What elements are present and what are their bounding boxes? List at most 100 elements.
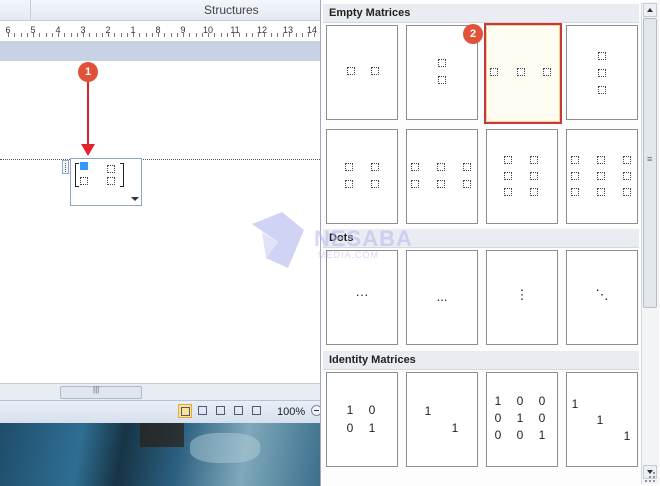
matrix-gallery-dropdown: Empty Matrices 2 Dots ··· ... ⋮ ⋱ Identi… [320, 0, 660, 486]
annotation-arrow-head [81, 144, 95, 156]
ruler-tick [102, 33, 103, 37]
ruler-tick [14, 33, 15, 37]
matrix-1x2[interactable] [326, 25, 398, 120]
ruler-tick [52, 33, 53, 37]
ruler-tick [39, 33, 40, 37]
placeholder-slot [463, 163, 471, 171]
vertical-dots[interactable]: ⋮ [486, 250, 558, 345]
baseline-dots[interactable]: ... [406, 250, 478, 345]
horizontal-scroll-thumb[interactable] [60, 385, 142, 399]
placeholder-slot [623, 188, 631, 196]
placeholder-slot [347, 67, 355, 75]
placeholder-slot [598, 52, 606, 60]
scroll-up-icon[interactable] [643, 3, 657, 17]
step-1-badge: 1 [78, 62, 98, 82]
matrix-3x1[interactable] [566, 25, 638, 120]
ruler-tick [289, 33, 290, 37]
zoom-level[interactable]: 100% [277, 406, 305, 418]
placeholder-slot [571, 188, 579, 196]
ruler-tick [189, 33, 190, 37]
placeholder-slot [438, 59, 446, 67]
gallery-scroll-thumb[interactable] [643, 18, 657, 308]
ruler-tick [114, 33, 115, 37]
placeholder-slot [411, 180, 419, 188]
draft-view-icon[interactable] [250, 404, 264, 418]
identity-3x3-diagonal[interactable]: 1 1 1 [566, 372, 638, 467]
placeholder-slot [371, 163, 379, 171]
matrix-digit: 1 [623, 429, 631, 443]
ruler-tick [177, 33, 178, 37]
midline-dots[interactable]: ··· [326, 250, 398, 345]
outline-view-icon[interactable] [232, 404, 246, 418]
equation-options-dropdown-icon[interactable] [128, 192, 141, 205]
matrix-2x3[interactable] [406, 129, 478, 224]
matrix-1x3[interactable] [484, 23, 562, 124]
resize-grip-icon[interactable] [640, 469, 658, 484]
equation-move-handle[interactable] [62, 160, 69, 174]
matrix-slot[interactable] [80, 177, 88, 185]
ruler-tick [239, 33, 240, 37]
matrix-digit: 1 [424, 404, 432, 418]
dots-glyph: ... [436, 289, 448, 304]
ruler-tick [171, 33, 172, 37]
matrix-digit: 0 [538, 411, 546, 425]
ruler-tick [139, 33, 140, 37]
placeholder-slot [437, 163, 445, 171]
placeholder-slot [345, 163, 353, 171]
matrix-slot[interactable] [107, 165, 115, 173]
dots-glyph: ⋱ [595, 287, 609, 302]
full-screen-reading-icon[interactable] [196, 404, 210, 418]
placeholder-slot [623, 156, 631, 164]
step-2-badge: 2 [463, 24, 483, 44]
document-header-band [0, 42, 320, 61]
ruler-tick [308, 33, 309, 37]
horizontal-ruler[interactable]: 6 5 4 3 2 1 8 9 10 11 12 13 14 [0, 21, 320, 42]
placeholder-slot [371, 67, 379, 75]
ruler-tick [196, 33, 197, 37]
status-bar: 100% [0, 400, 322, 423]
matrix-2x2[interactable] [326, 129, 398, 224]
identity-2x2[interactable]: 1 0 0 1 [326, 372, 398, 467]
document-page[interactable] [0, 61, 320, 383]
web-layout-icon[interactable] [214, 404, 228, 418]
ruler-tick [258, 33, 259, 37]
matrix-3x2[interactable] [486, 129, 558, 224]
placeholder-slot [437, 180, 445, 188]
placeholder-slot [571, 156, 579, 164]
ruler-tick [33, 33, 34, 37]
ruler-tick [58, 33, 59, 37]
ruler-tick [277, 33, 278, 37]
matrix-left-bracket [75, 163, 79, 187]
ruler-tick [27, 33, 28, 37]
placeholder-slot [371, 180, 379, 188]
placeholder-slot [517, 68, 525, 76]
matrix-slot-selected[interactable] [80, 162, 88, 170]
section-dots: Dots [323, 229, 639, 248]
text-baseline-dotted [0, 159, 320, 160]
matrix-digit: 1 [346, 403, 354, 417]
ruler-tick [264, 33, 265, 37]
placeholder-slot [598, 69, 606, 77]
ruler-tick [121, 33, 122, 37]
ruler-tick [108, 33, 109, 37]
ruler-tick [271, 33, 272, 37]
gallery-vertical-scrollbar[interactable] [641, 2, 659, 484]
placeholder-slot [597, 172, 605, 180]
diagonal-dots[interactable]: ⋱ [566, 250, 638, 345]
identity-3x3[interactable]: 1 0 0 0 1 0 0 0 1 [486, 372, 558, 467]
matrix-3x3[interactable] [566, 129, 638, 224]
ruler-tick [202, 33, 203, 37]
ribbon-strip: Structures [0, 0, 320, 21]
matrix-slot[interactable] [107, 177, 115, 185]
placeholder-slot [530, 172, 538, 180]
section-empty-matrices: Empty Matrices [323, 4, 639, 23]
print-layout-view-icon[interactable] [178, 404, 192, 418]
placeholder-slot [530, 188, 538, 196]
ruler-tick [146, 33, 147, 37]
ruler-tick [183, 33, 184, 37]
matrix-digit: 0 [516, 428, 524, 442]
matrix-digit: 1 [368, 421, 376, 435]
identity-2x2-diagonal[interactable]: 1 1 [406, 372, 478, 467]
horizontal-scrollbar[interactable] [0, 383, 320, 400]
placeholder-slot [571, 172, 579, 180]
